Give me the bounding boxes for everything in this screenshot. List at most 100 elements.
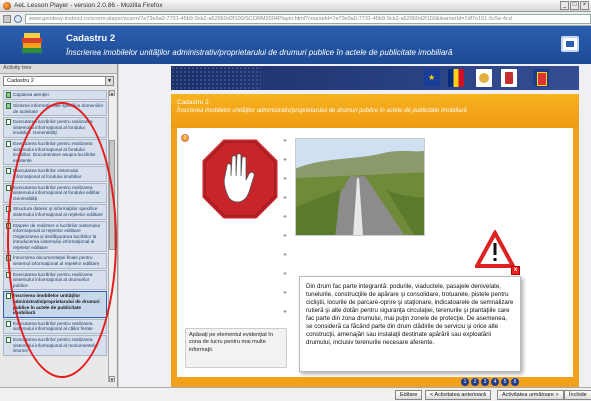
sidebar-item-label: Sisteme informaţionale specifice domenii… bbox=[13, 103, 104, 114]
close-window-button[interactable]: × bbox=[580, 1, 589, 10]
lesson-course-title: Cadastru 2 bbox=[177, 99, 209, 106]
banner-pattern bbox=[171, 66, 261, 90]
sidebar-item-label: Înscrierea imobilelor unităţilor adminis… bbox=[13, 293, 100, 316]
highway-photo[interactable] bbox=[295, 138, 425, 236]
slide-nav-button[interactable]: 3 bbox=[481, 378, 489, 386]
romania-flag-icon bbox=[448, 69, 464, 87]
url-field[interactable]: www.geodesy-instruct.ro/scorm-player/sco… bbox=[25, 13, 591, 24]
page-icon bbox=[6, 140, 11, 147]
sidebar-item[interactable]: Înscrierea imobilelor unităţilor adminis… bbox=[3, 291, 107, 318]
firefox-icon bbox=[3, 1, 11, 10]
page-icon bbox=[6, 184, 11, 191]
sidebar-item[interactable]: Etapele de realizare a lucrărilor sistem… bbox=[3, 220, 107, 253]
maximize-button[interactable]: □ bbox=[570, 1, 579, 10]
page-icon bbox=[6, 168, 11, 175]
slide-nav-button[interactable]: 5 bbox=[501, 378, 509, 386]
lesson-title: Înscrierea imobilelor unităţilor adminis… bbox=[177, 108, 467, 114]
close-player-button[interactable]: Închide bbox=[564, 390, 591, 400]
sidebar-item[interactable]: Executarea lucrărilor pentru realizarea … bbox=[3, 318, 107, 334]
sidebar-item-label: Executarea lucrărilor pentru realizarea … bbox=[13, 271, 93, 288]
slide-nav-button[interactable]: 1 bbox=[461, 378, 469, 386]
crest-icon bbox=[501, 69, 517, 87]
player-header: Cadastru 2 Înscrierea imobilelor unităţi… bbox=[0, 26, 591, 64]
chevron-down-icon[interactable]: ▼ bbox=[105, 77, 113, 85]
window-controls: _ □ × bbox=[560, 1, 589, 10]
sidebar-item[interactable]: Executarea lucrărilor pentru realizarea … bbox=[3, 117, 107, 138]
sidebar-item[interactable]: Captarea atenţiei bbox=[3, 90, 107, 100]
window-title: AeL Lesson Player - version 2.0.86 - Moz… bbox=[14, 2, 163, 9]
page-icon bbox=[3, 14, 11, 23]
page-icon bbox=[6, 103, 11, 109]
slide-nav-button[interactable]: 4 bbox=[491, 378, 499, 386]
sidebar-item-label: Etapele de realizare a lucrărilor sistem… bbox=[13, 222, 101, 250]
activity-tree-label: Activity tree bbox=[0, 64, 117, 74]
sidebar-item-label: Captarea atenţiei bbox=[13, 92, 49, 97]
course-select-value: Cadastru 2 bbox=[7, 78, 34, 84]
slide-navigation: 1 2 3 4 5 6 bbox=[171, 377, 579, 387]
books-icon bbox=[22, 33, 42, 53]
sidebar-item-label: Executarea lucrărilor pentru realizarea … bbox=[13, 184, 101, 201]
eu-flag-icon bbox=[424, 69, 440, 87]
globe-icon bbox=[14, 14, 22, 23]
info-popup-text: Din drum fac parte integrantă: podurile,… bbox=[306, 283, 514, 346]
sidebar-item[interactable]: Structura datelor şi informaţiilor speci… bbox=[3, 204, 107, 220]
page-icon bbox=[6, 92, 11, 98]
quote-icon: ❝ bbox=[283, 253, 287, 260]
sidebar-scrollbar[interactable]: ▲ ▼ bbox=[108, 90, 115, 382]
page-icon bbox=[6, 222, 11, 229]
slide-nav-button[interactable]: 2 bbox=[471, 378, 479, 386]
course-title: Cadastru 2 bbox=[66, 33, 116, 44]
slide-nav-button[interactable]: 6 bbox=[511, 378, 519, 386]
scroll-up-icon[interactable]: ▲ bbox=[109, 90, 115, 96]
activity-list: Captarea atenţiei Sisteme informaţionale … bbox=[3, 90, 107, 382]
sidebar-item[interactable]: Executarea lucrărilor sistemului informa… bbox=[3, 166, 107, 182]
close-popup-button[interactable]: x bbox=[511, 266, 520, 275]
sidebar-item[interactable]: Executarea lucrărilor pentru realizarea … bbox=[3, 182, 107, 204]
sidebar-item-label: Executarea lucrărilor pentru realizarea … bbox=[13, 337, 99, 354]
address-bar: www.geodesy-instruct.ro/scorm-player/sco… bbox=[0, 12, 591, 26]
instruction-note: Apăsaţi pe elementul evidenţiat în zona … bbox=[185, 328, 287, 368]
lesson-subtitle: Înscrierea imobilelor unităţilor adminis… bbox=[66, 48, 453, 57]
course-select[interactable]: Cadastru 2 ▼ bbox=[3, 76, 114, 86]
edit-button[interactable]: Editare bbox=[395, 390, 423, 400]
instruction-text: Apăsaţi pe elementul evidenţiat în zona … bbox=[189, 332, 273, 353]
sidebar-item[interactable]: Executarea lucrărilor pentru realizarea … bbox=[3, 335, 107, 356]
next-activity-button[interactable]: Activitatea următoare > bbox=[497, 390, 564, 400]
sidebar-item[interactable]: Executarea lucrărilor pentru realizarea … bbox=[3, 138, 107, 166]
lesson-area: Cadastru 2 Înscrierea imobilelor unităţi… bbox=[119, 64, 591, 387]
sidebar-item-label: Executarea lucrărilor pentru realizarea … bbox=[13, 119, 93, 136]
sidebar-item-label: Executarea lucrărilor pentru realizarea … bbox=[13, 140, 96, 163]
minimize-button[interactable]: _ bbox=[560, 1, 569, 10]
sidebar-item[interactable]: Executarea lucrărilor pentru realizarea … bbox=[3, 269, 107, 291]
sidebar-item-label: Întocmirea documentaţiei finale pentru s… bbox=[13, 255, 100, 267]
player-footer: Editare < Activitatea anterioară Activit… bbox=[0, 387, 591, 401]
sponsor-banner bbox=[171, 66, 579, 90]
monitor-icon[interactable] bbox=[561, 36, 579, 52]
activity-tree-panel: Activity tree Cadastru 2 ▼ Captarea aten… bbox=[0, 64, 118, 387]
sidebar-item[interactable]: Sisteme informaţionale specifice domenii… bbox=[3, 101, 107, 117]
lesson-title-bar: Cadastru 2 Înscrierea imobilelor unităţi… bbox=[171, 94, 579, 128]
page-icon bbox=[6, 320, 11, 327]
warning-sign-icon[interactable] bbox=[475, 230, 515, 270]
sidebar-item-label: Executarea lucrărilor sistemului informa… bbox=[13, 168, 82, 179]
quote-icon: ❝ bbox=[283, 272, 287, 279]
coat-of-arms-icon bbox=[533, 69, 549, 87]
sidebar-item[interactable]: Întocmirea documentaţiei finale pentru s… bbox=[3, 253, 107, 269]
page-icon bbox=[6, 271, 11, 278]
page-icon bbox=[6, 119, 11, 126]
browser-titlebar: AeL Lesson Player - version 2.0.86 - Moz… bbox=[0, 0, 591, 12]
scroll-down-icon[interactable]: ▼ bbox=[109, 376, 115, 382]
quote-icon: ❝ bbox=[283, 291, 287, 298]
previous-activity-button[interactable]: < Activitatea anterioară bbox=[425, 390, 492, 400]
sidebar-item-label: Structura datelor şi informaţiilor speci… bbox=[13, 206, 103, 217]
page-icon bbox=[6, 206, 11, 213]
page-icon bbox=[6, 255, 11, 262]
scroll-thumb[interactable] bbox=[109, 140, 115, 250]
page-icon bbox=[6, 293, 11, 300]
emblem-icon bbox=[476, 69, 492, 87]
page-icon bbox=[6, 337, 11, 343]
slide-number-badge: 3 bbox=[181, 134, 189, 142]
quote-icon: ❝ bbox=[283, 310, 287, 317]
info-popup: Din drum fac parte integrantă: podurile,… bbox=[299, 276, 521, 372]
stop-hand-icon[interactable] bbox=[199, 136, 281, 222]
